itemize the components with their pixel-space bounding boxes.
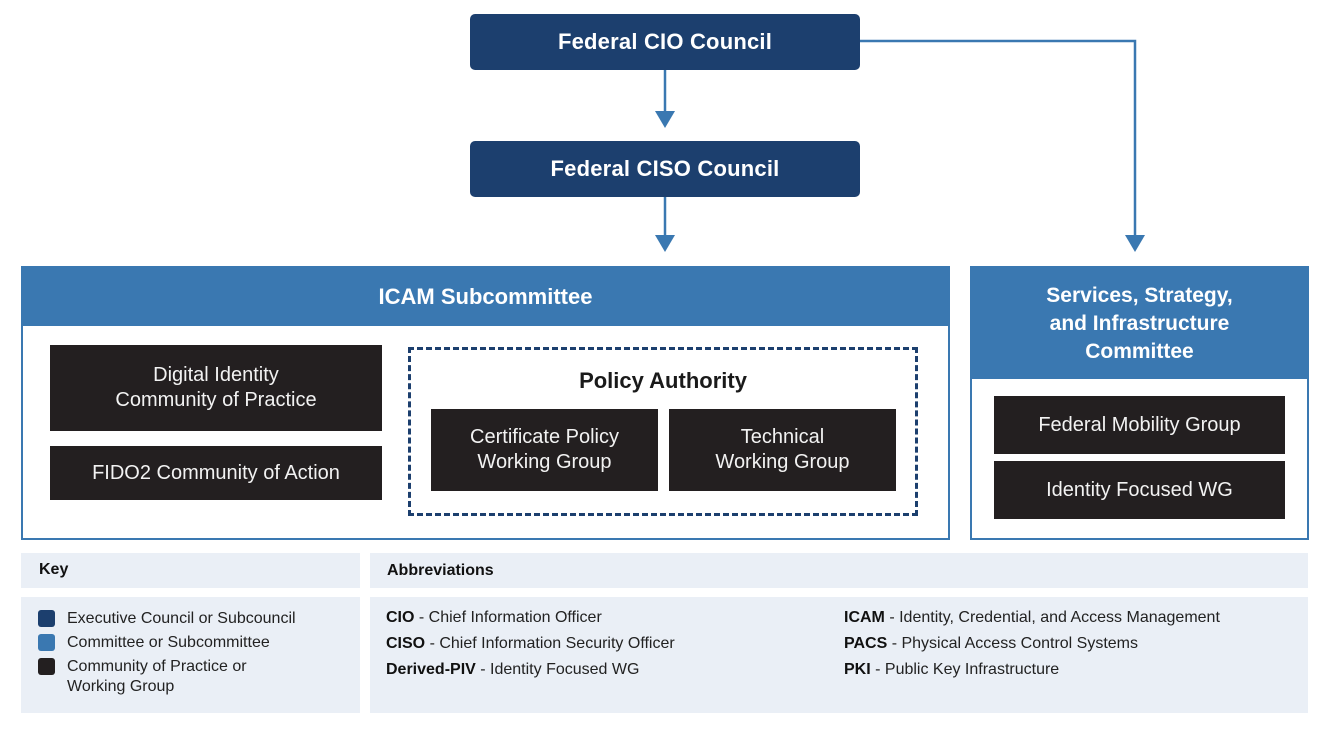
abbreviation-item: Derived-PIV - Identity Focused WG	[386, 657, 675, 683]
abbr-separator: -	[475, 661, 491, 678]
policy-authority-title: Policy Authority	[579, 368, 747, 393]
abbr-meaning: Identity Focused WG	[490, 661, 640, 678]
node-label: Federal Mobility Group	[1038, 413, 1241, 436]
abbreviations-title: Abbreviations	[387, 562, 494, 579]
ssi-committee-header: Services, Strategy, and Infrastructure C…	[972, 268, 1307, 379]
abbr-meaning: Chief Information Security Officer	[439, 635, 675, 652]
node-label: Federal CIO Council	[557, 29, 773, 54]
swatch-working-group-icon	[38, 658, 55, 675]
swatch-executive-icon	[38, 610, 55, 627]
swatch-committee-icon	[38, 634, 55, 651]
abbr-term: PACS	[844, 635, 888, 652]
abbreviation-item: PACS - Physical Access Control Systems	[844, 631, 1220, 657]
node-identity-focused-wg: Identity Focused WG	[994, 461, 1285, 519]
icam-subcommittee-header: ICAM Subcommittee	[23, 268, 948, 326]
node-federal-cio-council: Federal CIO Council	[470, 14, 860, 70]
node-certificate-policy-wg: Certificate Policy Working Group	[431, 409, 658, 491]
key-item-label: Committee or Subcommittee	[67, 634, 270, 651]
abbreviation-item: ICAM - Identity, Credential, and Access …	[844, 605, 1220, 631]
node-label: FIDO2 Community of Action	[92, 461, 340, 484]
key-item-executive: Executive Council or Subcouncil	[38, 609, 360, 629]
abbr-meaning: Physical Access Control Systems	[901, 635, 1139, 652]
abbreviations-header: Abbreviations	[370, 553, 1308, 588]
key-item-working-group: Community of Practice or Working Group	[38, 657, 360, 697]
node-federal-mobility-group: Federal Mobility Group	[994, 396, 1285, 454]
abbreviations-right-column: ICAM - Identity, Credential, and Access …	[844, 605, 1220, 683]
key-header: Key	[21, 553, 360, 588]
node-label: Federal CISO Council	[550, 156, 780, 181]
node-fido2-coa: FIDO2 Community of Action	[50, 446, 382, 500]
abbreviation-item: PKI - Public Key Infrastructure	[844, 657, 1220, 683]
abbr-meaning: Public Key Infrastructure	[884, 661, 1060, 678]
node-label: Digital Identity Community of Practice	[115, 364, 317, 411]
icam-subcommittee-title: ICAM Subcommittee	[378, 284, 593, 309]
abbr-term: CIO	[386, 609, 415, 626]
node-digital-identity-cop: Digital Identity Community of Practice	[50, 345, 382, 431]
abbr-term: PKI	[844, 661, 871, 678]
node-label: Certificate Policy Working Group	[470, 426, 619, 473]
key-item-committee: Committee or Subcommittee	[38, 633, 360, 653]
arrowhead-ssi	[1125, 235, 1145, 252]
abbreviations-left-column: CIO - Chief Information Officer CISO - C…	[386, 605, 675, 683]
node-label: Identity Focused WG	[1046, 478, 1233, 501]
connector-cio-to-ssi	[860, 39, 1137, 238]
abbreviation-item: CIO - Chief Information Officer	[386, 605, 675, 631]
ssi-committee-title: Services, Strategy, and Infrastructure C…	[1046, 283, 1233, 363]
abbr-separator: -	[887, 635, 902, 652]
abbr-separator: -	[425, 635, 440, 652]
key-panel: Executive Council or Subcouncil Committe…	[21, 597, 360, 713]
node-label: Technical Working Group	[715, 426, 850, 473]
arrowhead-ciso	[655, 111, 675, 128]
abbr-separator: -	[414, 609, 429, 626]
abbr-term: ICAM	[844, 609, 885, 626]
key-item-label: Community of Practice or Working Group	[67, 658, 247, 695]
node-federal-ciso-council: Federal CISO Council	[470, 141, 860, 197]
node-technical-wg: Technical Working Group	[669, 409, 896, 491]
abbreviation-item: CISO - Chief Information Security Office…	[386, 631, 675, 657]
abbr-separator: -	[884, 609, 900, 626]
abbr-term: CISO	[386, 635, 426, 652]
abbreviations-panel: CIO - Chief Information Officer CISO - C…	[370, 597, 1308, 713]
abbr-meaning: Identity, Credential, and Access Managem…	[899, 609, 1220, 626]
key-item-label: Executive Council or Subcouncil	[67, 610, 296, 627]
arrowhead-icam	[655, 235, 675, 252]
abbr-term: Derived-PIV	[386, 661, 476, 678]
abbr-meaning: Chief Information Officer	[428, 609, 602, 626]
key-title: Key	[39, 561, 69, 578]
abbr-separator: -	[870, 661, 885, 678]
